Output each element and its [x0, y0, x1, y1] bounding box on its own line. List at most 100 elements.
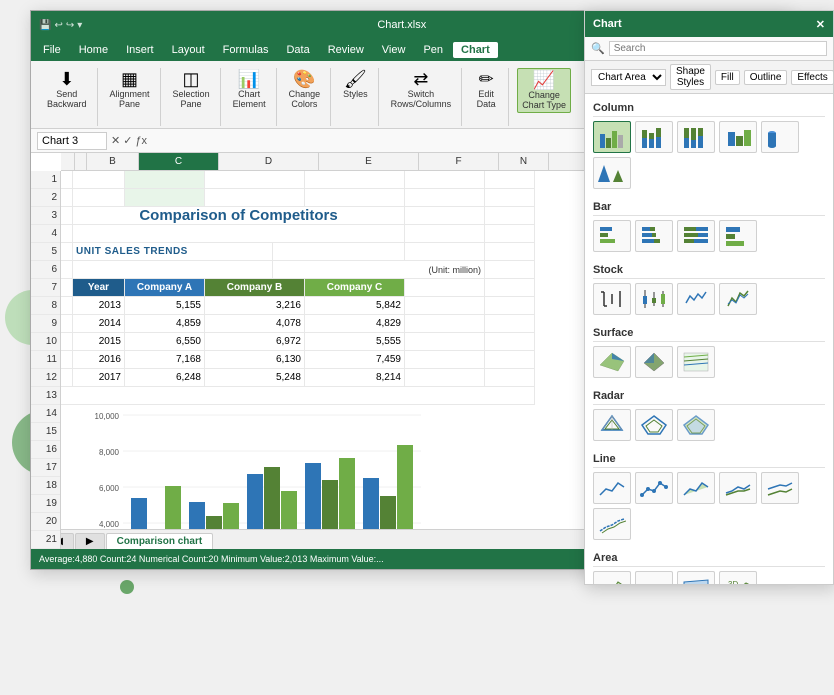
stock-4[interactable] — [719, 283, 757, 315]
cancel-formula-icon[interactable]: ✕ — [111, 134, 120, 147]
surface-3[interactable] — [677, 346, 715, 378]
cell-11-g[interactable] — [485, 351, 535, 369]
ribbon-btn-chart-element[interactable]: 📊 ChartElement — [229, 68, 270, 111]
cell-12-f[interactable] — [405, 369, 485, 387]
cell-7-g[interactable] — [485, 279, 535, 297]
cell-8-a[interactable] — [61, 297, 73, 315]
bar-3d[interactable] — [719, 220, 757, 252]
menu-insert[interactable]: Insert — [118, 42, 162, 58]
cell-9-a[interactable] — [61, 315, 73, 333]
cell-9-f[interactable] — [405, 315, 485, 333]
cell-1-e[interactable] — [305, 171, 405, 189]
cell-10-a[interactable] — [61, 333, 73, 351]
shape-outline-button[interactable]: Outline — [744, 70, 788, 85]
cell-1-a[interactable] — [61, 171, 73, 189]
cell-4-g[interactable] — [485, 225, 535, 243]
cell-10-a[interactable]: 6,550 — [125, 333, 205, 351]
ribbon-btn-send-backward[interactable]: ⬇ SendBackward — [43, 68, 91, 111]
surface-2[interactable] — [635, 346, 673, 378]
cell-12-a[interactable]: 6,248 — [125, 369, 205, 387]
cell-2-g[interactable] — [485, 189, 535, 207]
cell-1-g[interactable] — [485, 171, 535, 189]
col-stacked[interactable] — [635, 121, 673, 153]
ribbon-btn-alignment[interactable]: ▦ AlignmentPane — [106, 68, 154, 111]
cell-10-g[interactable] — [485, 333, 535, 351]
menu-chart[interactable]: Chart — [453, 42, 498, 58]
area-2[interactable] — [635, 571, 673, 584]
cell-3-g[interactable] — [485, 207, 535, 225]
line-stacked[interactable] — [719, 472, 757, 504]
shape-styles-button[interactable]: Shape Styles — [670, 64, 711, 90]
cell-8-b[interactable]: 3,216 — [205, 297, 305, 315]
cell-1-c[interactable] — [125, 171, 205, 189]
cell-9-g[interactable] — [485, 315, 535, 333]
area-1[interactable] — [593, 571, 631, 584]
cell-8-f[interactable] — [405, 297, 485, 315]
cell-11-a[interactable] — [61, 351, 73, 369]
ribbon-btn-selection[interactable]: ◫ SelectionPane — [169, 68, 214, 111]
cell-11-b[interactable]: 6,130 — [205, 351, 305, 369]
cell-7-company-b[interactable]: Company B — [205, 279, 305, 297]
col-cylinder[interactable] — [761, 121, 799, 153]
menu-view[interactable]: View — [374, 42, 414, 58]
line-3d[interactable] — [593, 508, 631, 540]
cell-2-c[interactable] — [125, 189, 205, 207]
col-clustered[interactable] — [593, 121, 631, 153]
cell-1-f[interactable] — [405, 171, 485, 189]
cell-10-c[interactable]: 5,555 — [305, 333, 405, 351]
line-1[interactable] — [593, 472, 631, 504]
cell-5-a[interactable] — [61, 243, 73, 261]
cell-4-a[interactable] — [61, 225, 73, 243]
cell-12-year[interactable]: 2017 — [73, 369, 125, 387]
cell-2-d[interactable] — [205, 189, 305, 207]
cell-7-f[interactable] — [405, 279, 485, 297]
cell-12-c[interactable]: 8,214 — [305, 369, 405, 387]
ribbon-btn-switch[interactable]: ⇄ SwitchRows/Columns — [387, 68, 456, 111]
radar-1[interactable] — [593, 409, 631, 441]
stock-1[interactable] — [593, 283, 631, 315]
cell-8-g[interactable] — [485, 297, 535, 315]
bar-clustered[interactable] — [593, 220, 631, 252]
cell-4-bc[interactable] — [73, 225, 405, 243]
line-2[interactable] — [635, 472, 673, 504]
cell-12-a[interactable] — [61, 369, 73, 387]
cell-6-g[interactable] — [485, 261, 535, 279]
cell-12-b[interactable]: 5,248 — [205, 369, 305, 387]
cell-3-f[interactable] — [405, 207, 485, 225]
name-box[interactable] — [37, 132, 107, 150]
save-icon[interactable]: 💾 — [39, 20, 51, 31]
cell-7-company-a[interactable]: Company A — [125, 279, 205, 297]
cell-10-b[interactable]: 6,972 — [205, 333, 305, 351]
cell-1-b[interactable] — [73, 171, 125, 189]
cell-10-f[interactable] — [405, 333, 485, 351]
cell-11-f[interactable] — [405, 351, 485, 369]
bar-stacked[interactable] — [635, 220, 673, 252]
col-cone[interactable] — [593, 157, 631, 189]
menu-review[interactable]: Review — [320, 42, 372, 58]
more-icon[interactable]: ▾ — [77, 20, 82, 31]
area-3[interactable] — [677, 571, 715, 584]
menu-layout[interactable]: Layout — [164, 42, 213, 58]
cell-13[interactable] — [61, 387, 535, 405]
search-input[interactable] — [609, 41, 827, 56]
cell-8-a[interactable]: 5,155 — [125, 297, 205, 315]
cell-6-bc[interactable] — [73, 261, 273, 279]
cell-6-unit[interactable]: (Unit: million) — [273, 261, 485, 279]
nav-right[interactable]: ▶ — [75, 533, 105, 549]
ribbon-btn-change-chart-type[interactable]: 📈 ChangeChart Type — [517, 68, 571, 113]
menu-file[interactable]: File — [35, 42, 69, 58]
cell-7-year[interactable]: Year — [73, 279, 125, 297]
insert-function-icon[interactable]: ƒx — [135, 135, 147, 147]
cell-2-f[interactable] — [405, 189, 485, 207]
cell-5-f[interactable] — [405, 243, 485, 261]
cell-12-g[interactable] — [485, 369, 535, 387]
cell-2-b[interactable] — [73, 189, 125, 207]
shape-effects-button[interactable]: Effects — [791, 70, 833, 85]
menu-home[interactable]: Home — [71, 42, 116, 58]
col-3d[interactable] — [719, 121, 757, 153]
cell-9-year[interactable]: 2014 — [73, 315, 125, 333]
cell-9-b[interactable]: 4,078 — [205, 315, 305, 333]
cell-7-a[interactable] — [61, 279, 73, 297]
ribbon-btn-change-colors[interactable]: 🎨 ChangeColors — [285, 68, 325, 111]
shape-fill-button[interactable]: Fill — [715, 70, 740, 85]
